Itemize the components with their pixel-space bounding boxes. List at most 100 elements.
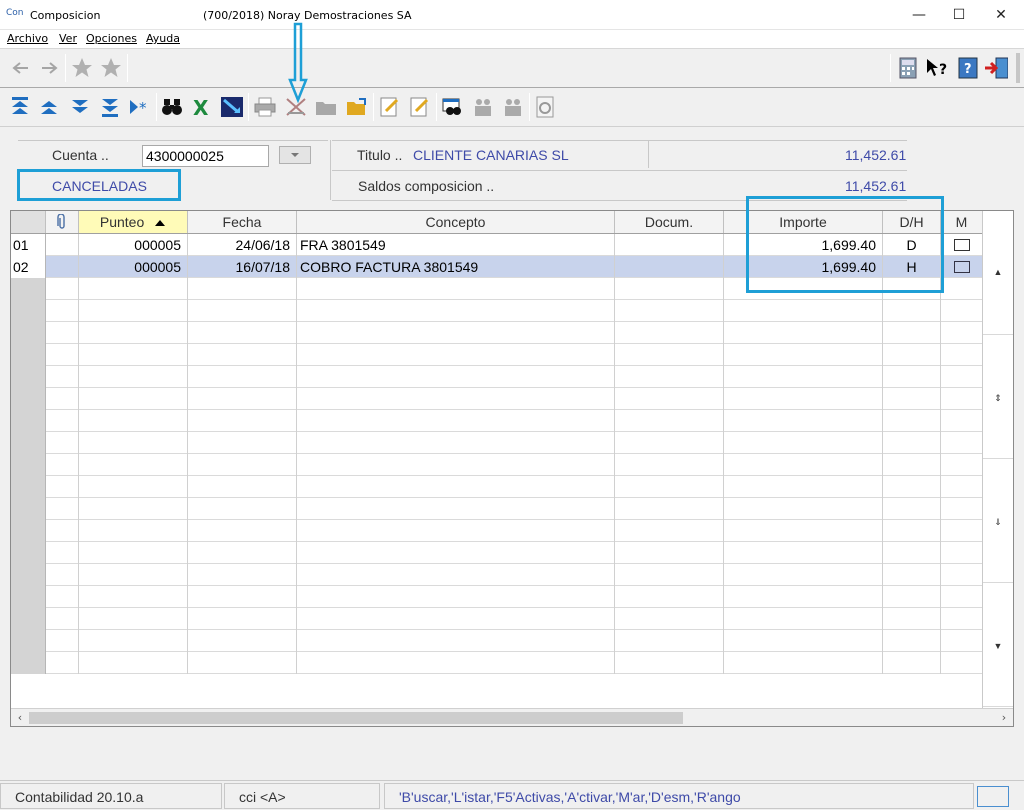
scroll-page-down-icon[interactable]: ⇓: [983, 459, 1013, 583]
cell-m[interactable]: [941, 608, 983, 630]
table-row[interactable]: [11, 608, 983, 630]
scroll-up-icon[interactable]: ▲: [983, 233, 1013, 335]
scroll-page-icon[interactable]: ⇕: [983, 335, 1013, 459]
cell-m[interactable]: [941, 432, 983, 454]
cell-m[interactable]: [941, 630, 983, 652]
open-folder-icon[interactable]: [345, 95, 369, 119]
minimize-button[interactable]: —: [904, 4, 934, 26]
table-row[interactable]: [11, 652, 983, 674]
cell-concepto: FRA 3801549: [297, 234, 615, 256]
cell-importe: [724, 630, 883, 652]
first-record-icon[interactable]: [8, 95, 32, 119]
mark-checkbox[interactable]: [953, 261, 970, 274]
vertical-scrollbar[interactable]: ▲ ⇕ ⇓ ▼: [982, 211, 1013, 708]
cell-m[interactable]: [941, 366, 983, 388]
table-row[interactable]: [11, 520, 983, 542]
horizontal-scrollbar[interactable]: ‹ ›: [11, 708, 1013, 726]
table-row[interactable]: [11, 344, 983, 366]
previous-record-icon[interactable]: [37, 95, 61, 119]
search-doc-icon[interactable]: [441, 95, 465, 119]
menu-ver[interactable]: Ver: [59, 32, 77, 45]
table-row[interactable]: [11, 564, 983, 586]
new-record-icon[interactable]: *: [128, 95, 152, 119]
table-row[interactable]: [11, 630, 983, 652]
table-row[interactable]: [11, 300, 983, 322]
edit-page-icon[interactable]: [408, 95, 432, 119]
menu-archivo[interactable]: Archivo: [7, 32, 48, 45]
forward-arrow-icon[interactable]: [37, 56, 61, 80]
cell-clip: [46, 476, 79, 498]
cell-m[interactable]: [941, 410, 983, 432]
cell-m[interactable]: [941, 234, 983, 256]
header-concepto[interactable]: Concepto: [297, 211, 615, 233]
chart-icon[interactable]: [220, 95, 244, 119]
cell-m[interactable]: [941, 542, 983, 564]
toolbar-separator: [127, 54, 128, 82]
table-row[interactable]: [11, 476, 983, 498]
binoculars-icon[interactable]: [160, 95, 184, 119]
calculator-icon[interactable]: [896, 56, 920, 80]
help-pointer-icon[interactable]: ?: [925, 56, 949, 80]
cell-m[interactable]: [941, 564, 983, 586]
scroll-right-icon[interactable]: ›: [996, 710, 1012, 726]
cell-m[interactable]: [941, 278, 983, 300]
cell-num: [11, 652, 46, 674]
table-row[interactable]: [11, 322, 983, 344]
header-attachment[interactable]: [46, 211, 79, 233]
table-row[interactable]: [11, 410, 983, 432]
scroll-down-icon[interactable]: ▼: [983, 583, 1013, 707]
cell-m[interactable]: [941, 454, 983, 476]
cell-fecha: [188, 564, 297, 586]
back-arrow-icon[interactable]: [9, 56, 33, 80]
header-m[interactable]: M: [941, 211, 983, 233]
cell-m[interactable]: [941, 256, 983, 278]
cell-m[interactable]: [941, 476, 983, 498]
close-button[interactable]: ✕: [986, 4, 1016, 26]
cell-fecha: [188, 344, 297, 366]
cell-m[interactable]: [941, 586, 983, 608]
last-record-icon[interactable]: [98, 95, 122, 119]
menu-opciones[interactable]: Opciones: [86, 32, 137, 45]
help-book-icon[interactable]: ?: [956, 56, 980, 80]
edit-note-icon[interactable]: [378, 95, 402, 119]
cell-m[interactable]: [941, 520, 983, 542]
cell-m[interactable]: [941, 652, 983, 674]
folder-icon[interactable]: [314, 95, 338, 119]
table-row[interactable]: [11, 498, 983, 520]
cuenta-dropdown-button[interactable]: [279, 146, 311, 164]
cell-m[interactable]: [941, 498, 983, 520]
cell-m[interactable]: [941, 300, 983, 322]
canceladas-highlight: [17, 169, 181, 201]
users-icon[interactable]: [471, 95, 495, 119]
printer-icon[interactable]: [253, 95, 277, 119]
users-gray-icon[interactable]: [501, 95, 525, 119]
menu-ayuda[interactable]: Ayuda: [146, 32, 180, 45]
table-row[interactable]: [11, 366, 983, 388]
cell-m[interactable]: [941, 388, 983, 410]
maximize-button[interactable]: ☐: [944, 4, 974, 26]
exit-door-icon[interactable]: [984, 56, 1008, 80]
header-corner: [11, 211, 46, 233]
header-fecha[interactable]: Fecha: [188, 211, 297, 233]
cell-docum: [615, 432, 724, 454]
table-row[interactable]: [11, 542, 983, 564]
cell-m[interactable]: [941, 344, 983, 366]
next-record-icon[interactable]: [68, 95, 92, 119]
excel-icon[interactable]: X: [190, 95, 214, 119]
cell-fecha: [188, 454, 297, 476]
table-row[interactable]: [11, 388, 983, 410]
table-row[interactable]: [11, 454, 983, 476]
table-row[interactable]: [11, 432, 983, 454]
cuenta-input[interactable]: 4300000025: [142, 145, 269, 167]
titulo-amount: 11,452.61: [845, 147, 907, 163]
table-row[interactable]: [11, 586, 983, 608]
mark-checkbox[interactable]: [953, 239, 970, 252]
header-docum[interactable]: Docum.: [615, 211, 724, 233]
scroll-left-icon[interactable]: ‹: [12, 710, 28, 726]
star-add-icon[interactable]: [99, 56, 123, 80]
header-punteo[interactable]: Punteo: [79, 211, 188, 233]
cell-m[interactable]: [941, 322, 983, 344]
horizontal-scroll-thumb[interactable]: [29, 712, 683, 724]
calculator-doc-icon[interactable]: [533, 95, 557, 119]
star-icon[interactable]: [70, 56, 94, 80]
